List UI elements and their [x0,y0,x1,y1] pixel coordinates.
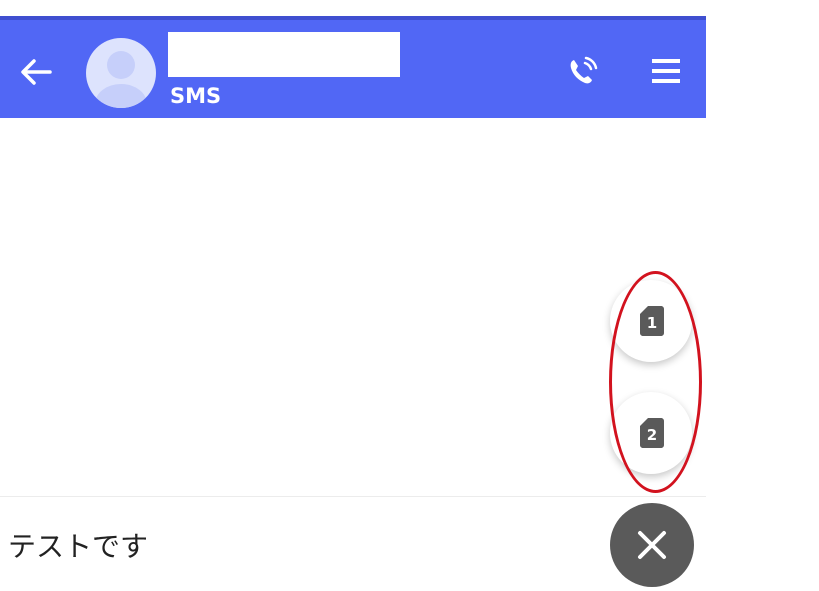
sim-1-send-button[interactable]: 1 [610,280,692,362]
sim-card-icon: 2 [640,418,664,448]
close-icon [638,531,666,559]
conversation-screen: SMS テストです [0,0,706,581]
close-fab-button[interactable] [610,503,694,587]
hamburger-menu-icon [652,59,680,83]
phone-call-icon [570,56,598,84]
sim-2-send-button[interactable]: 2 [610,392,692,474]
contact-avatar[interactable] [86,38,156,108]
person-placeholder-icon [95,51,147,108]
sim-number: 2 [646,426,658,444]
app-bar: SMS [0,16,706,118]
arrow-left-icon [21,59,52,85]
message-input[interactable]: テストです [8,525,148,565]
composer-divider [0,496,706,497]
back-button[interactable] [14,52,60,92]
sim-card-icon: 1 [640,306,664,336]
contact-name [168,32,400,77]
call-button[interactable] [562,52,602,92]
menu-button[interactable] [648,54,684,88]
conversation-subtitle: SMS [170,84,222,108]
sim-number: 1 [646,314,658,332]
